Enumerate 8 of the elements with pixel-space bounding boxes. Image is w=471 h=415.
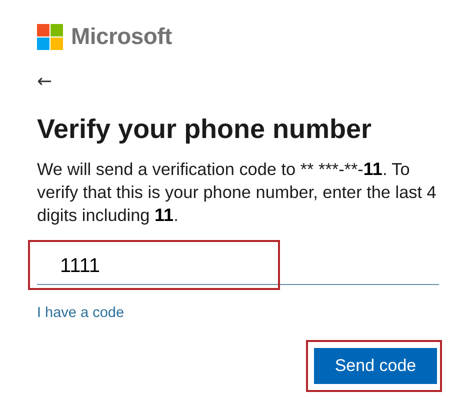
brand-name: Microsoft [71, 23, 172, 50]
code-input-field[interactable]: 1111 [37, 251, 439, 285]
back-button[interactable]: ← [37, 72, 52, 92]
have-code-link[interactable]: I have a code [37, 305, 124, 321]
logo-icon [37, 24, 63, 50]
description-text: We will send a verification code to ** ***-**-11. To verify that this is your phone number, enter the last 4 digits including 11. [37, 158, 438, 227]
page-title: Verify your phone number [37, 113, 373, 146]
send-code-button[interactable]: Send code [314, 348, 437, 384]
